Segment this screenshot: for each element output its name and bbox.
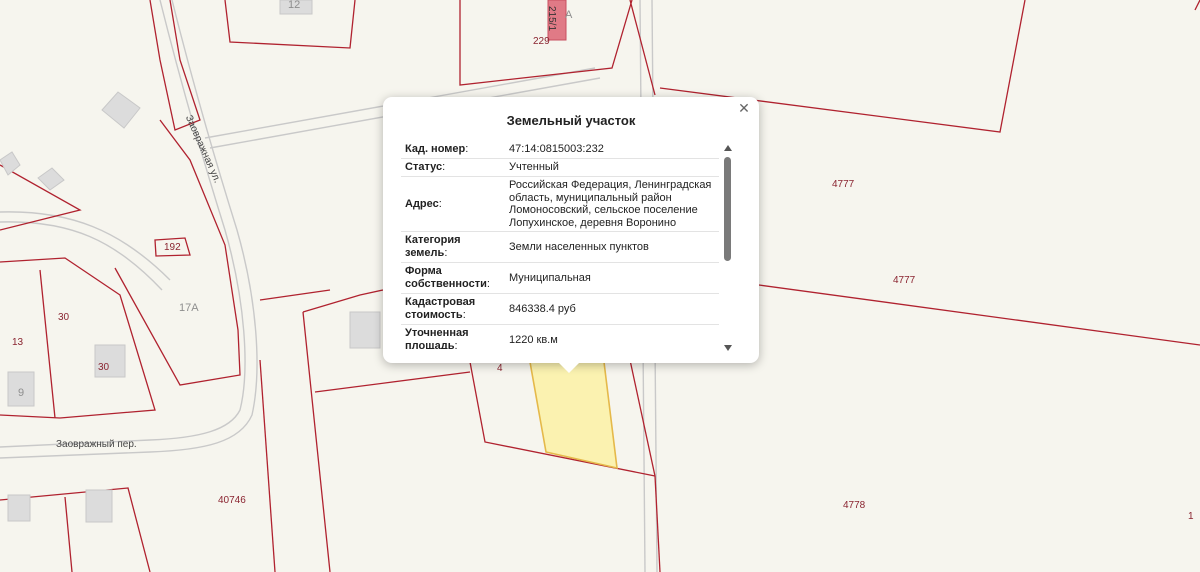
parcel-label: 1 bbox=[1188, 511, 1194, 522]
attr-value-address: Российская Федерация, Ленинградская обла… bbox=[509, 179, 712, 229]
attr-key-ownership: Форма собственности bbox=[401, 263, 505, 293]
attr-value-status: Учтенный bbox=[509, 161, 559, 174]
selected-parcel bbox=[529, 361, 618, 470]
parcel-label: 30 bbox=[58, 312, 70, 323]
table-row: Кад. номер 47:14:0815003:232 bbox=[401, 141, 719, 159]
parcel-label: 13 bbox=[12, 337, 24, 348]
house-number-label: 215/1 bbox=[546, 6, 557, 32]
parcel-label: 12 bbox=[288, 0, 301, 11]
attr-key-land-category: Категория земель bbox=[401, 232, 505, 262]
parcel-label: 4777 bbox=[832, 179, 855, 190]
scroll-up-arrow-icon[interactable] bbox=[724, 145, 732, 151]
parcel-label: 229 bbox=[533, 36, 550, 47]
attr-value-land-category: Земли населенных пунктов bbox=[509, 240, 649, 253]
table-row: Уточненная площадь 1220 кв.м bbox=[401, 325, 719, 349]
attr-value-cadastral-number: 47:14:0815003:232 bbox=[509, 143, 604, 156]
attr-value-ownership: Муниципальная bbox=[509, 271, 591, 284]
table-row: Адрес Российская Федерация, Ленинградска… bbox=[401, 177, 719, 232]
parcel-label: 4778 bbox=[843, 500, 866, 511]
scroll-down-arrow-icon[interactable] bbox=[724, 345, 732, 351]
parcel-label: 40746 bbox=[218, 495, 246, 506]
popup-pointer bbox=[559, 363, 579, 373]
parcel-label: 4777 bbox=[893, 275, 916, 286]
scrollbar-thumb[interactable] bbox=[724, 157, 731, 261]
parcel-label: 192 bbox=[164, 242, 181, 253]
parcel-label: 17А bbox=[179, 302, 199, 314]
attr-value-cadastral-value: 846338.4 руб bbox=[509, 302, 576, 315]
table-row: Форма собственности Муниципальная bbox=[401, 263, 719, 294]
attr-key-area: Уточненная площадь bbox=[401, 325, 505, 349]
table-row: Категория земель Земли населенных пункто… bbox=[401, 232, 719, 263]
street-label-zaovrazhny-per: Заовражный пер. bbox=[56, 439, 137, 450]
popup-title: Земельный участок bbox=[506, 113, 636, 128]
popup-scrollbar[interactable] bbox=[723, 145, 733, 351]
attr-key-cadastral-value: Кадастровая стоимость bbox=[401, 294, 505, 324]
parcel-label: 30 bbox=[98, 362, 110, 373]
attributes-table[interactable]: Кад. номер 47:14:0815003:232 Статус Учте… bbox=[401, 141, 719, 349]
attr-key-address: Адрес bbox=[401, 196, 505, 213]
parcel-label: 4 bbox=[497, 363, 503, 374]
attr-value-area: 1220 кв.м bbox=[509, 333, 558, 346]
table-row: Кадастровая стоимость 846338.4 руб bbox=[401, 294, 719, 325]
parcel-label: А bbox=[565, 9, 573, 21]
attr-key-status: Статус bbox=[401, 159, 505, 176]
parcel-info-popup: Земельный участок ✕ Кад. номер 47:14:081… bbox=[383, 97, 759, 373]
table-row: Статус Учтенный bbox=[401, 159, 719, 177]
parcel-label: 9 bbox=[18, 387, 25, 399]
close-icon[interactable]: ✕ bbox=[737, 101, 751, 115]
attr-key-cadastral-number: Кад. номер bbox=[401, 141, 505, 158]
